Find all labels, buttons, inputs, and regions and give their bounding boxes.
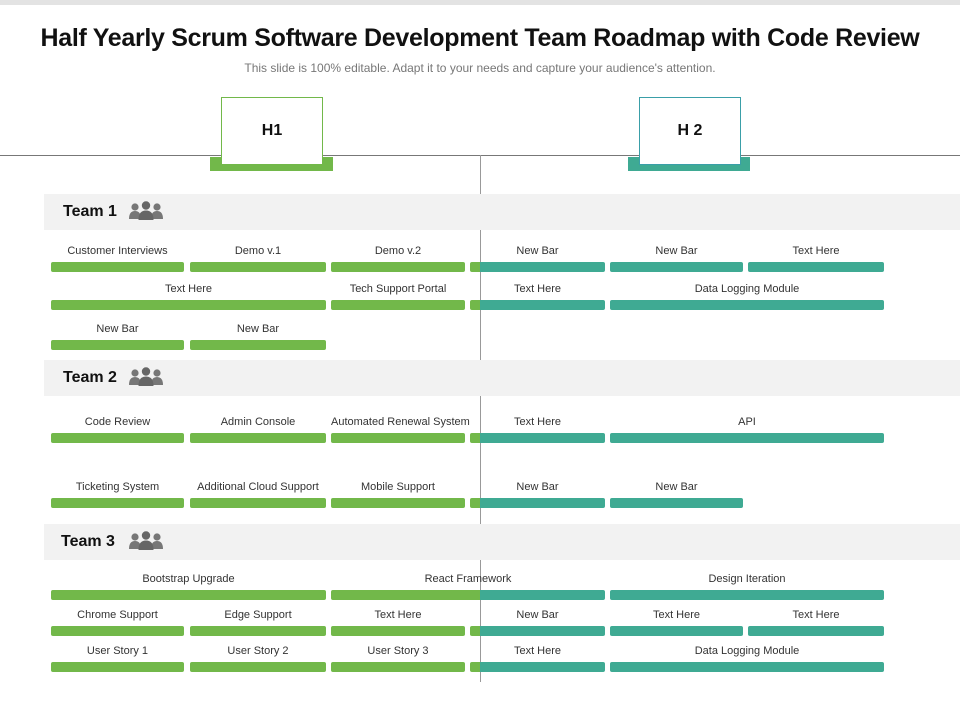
bar-label: Tech Support Portal <box>349 283 447 295</box>
bar-label: Mobile Support <box>361 481 435 493</box>
bar-label: React Framework <box>424 573 512 585</box>
team-people-icon <box>128 530 164 552</box>
roadmap-bar <box>470 626 605 636</box>
roadmap-bar <box>331 262 465 272</box>
bar-label: User Story 1 <box>86 645 149 657</box>
roadmap-bar <box>470 662 605 672</box>
bar-label: Demo v.2 <box>374 245 422 257</box>
roadmap-bar <box>51 662 184 672</box>
roadmap-bar <box>610 498 743 508</box>
team-people-icon <box>128 366 164 388</box>
team-label: Team 1 <box>63 203 117 220</box>
bar-label: Text Here <box>652 609 701 621</box>
roadmap-bar <box>51 590 326 600</box>
bar-label: Code Review <box>84 416 151 428</box>
roadmap-bar <box>331 498 465 508</box>
slide-subtitle: This slide is 100% editable. Adapt it to… <box>244 61 716 75</box>
bar-label: Text Here <box>792 245 840 257</box>
roadmap-bar <box>190 662 326 672</box>
roadmap-bar <box>610 590 884 600</box>
bar-label: Demo v.1 <box>234 245 282 257</box>
bar-label: Additional Cloud Support <box>197 481 319 493</box>
roadmap-bar <box>470 262 605 272</box>
bar-label: Chrome Support <box>77 609 158 621</box>
team-band <box>44 360 960 396</box>
roadmap-bar <box>190 626 326 636</box>
roadmap-bar <box>190 262 326 272</box>
roadmap-bar <box>470 300 605 310</box>
h1-header: H1 <box>221 97 323 165</box>
h2-header: H 2 <box>639 97 741 165</box>
bar-label: New Bar <box>516 481 559 493</box>
bar-label: Ticketing System <box>75 481 160 493</box>
roadmap-bar <box>331 626 465 636</box>
roadmap-bar <box>470 433 605 443</box>
roadmap-bar <box>331 590 605 600</box>
roadmap-bar <box>51 626 184 636</box>
bar-label: Customer Interviews <box>67 245 168 257</box>
bar-label: Text Here <box>792 609 840 621</box>
team-band <box>44 194 960 230</box>
roadmap-bar <box>51 498 184 508</box>
bar-label: User Story 3 <box>367 645 429 657</box>
roadmap-bar <box>610 433 884 443</box>
team-label: Team 2 <box>63 369 117 386</box>
bar-label: New Bar <box>236 323 280 335</box>
bar-label: Bootstrap Upgrade <box>142 573 235 585</box>
roadmap-bar <box>748 262 884 272</box>
roadmap-bar <box>748 626 884 636</box>
roadmap-bar <box>610 262 743 272</box>
bar-label: New Bar <box>96 323 139 335</box>
bar-label: Admin Console <box>220 416 296 428</box>
bar-label: New Bar <box>655 481 698 493</box>
roadmap-bar <box>51 262 184 272</box>
bar-label: Data Logging Module <box>694 283 800 295</box>
bar-label: Text Here <box>513 645 562 657</box>
bar-label: Edge Support <box>224 609 292 621</box>
roadmap-bar <box>331 300 465 310</box>
bar-label: API <box>738 416 756 428</box>
roadmap-bar <box>331 433 465 443</box>
bar-label: Data Logging Module <box>694 645 800 657</box>
team-people-icon <box>128 200 164 222</box>
bar-label: User Story 2 <box>227 645 289 657</box>
roadmap-bar <box>610 662 884 672</box>
roadmap-bar <box>610 626 743 636</box>
roadmap-bar <box>51 340 184 350</box>
bar-label: New Bar <box>655 245 698 257</box>
team-band <box>44 524 960 560</box>
bar-label: Design Iteration <box>708 573 786 585</box>
roadmap-bar <box>610 300 884 310</box>
bar-label: New Bar <box>516 245 559 257</box>
h2-label: H 2 <box>677 122 703 139</box>
h1-label: H1 <box>261 122 283 139</box>
bar-label: Text Here <box>513 416 562 428</box>
roadmap-bar <box>470 498 605 508</box>
slide-title: Half Yearly Scrum Software Development T… <box>40 24 920 52</box>
roadmap-bar <box>190 498 326 508</box>
roadmap-bar <box>51 433 184 443</box>
team-label: Team 3 <box>61 533 115 550</box>
bar-label: Text Here <box>513 283 562 295</box>
bar-label: Text Here <box>164 283 213 295</box>
roadmap-bar <box>331 662 465 672</box>
top-rule <box>0 0 960 5</box>
bar-label: New Bar <box>516 609 559 621</box>
roadmap-bar <box>190 340 326 350</box>
bar-label: Automated Renewal System <box>331 416 470 428</box>
roadmap-bar <box>190 433 326 443</box>
roadmap-bar <box>51 300 326 310</box>
bar-label: Text Here <box>374 609 422 621</box>
